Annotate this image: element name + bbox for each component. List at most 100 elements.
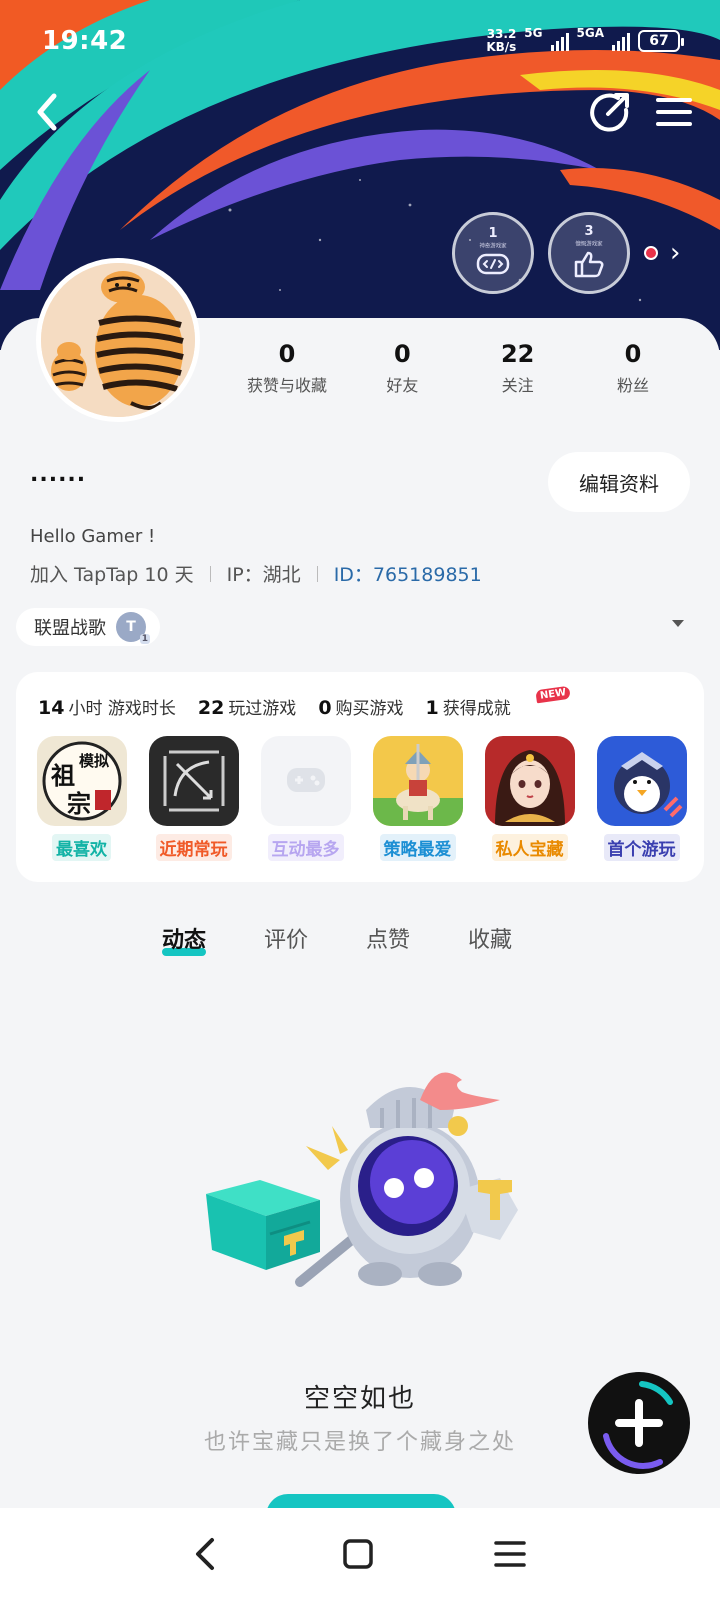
user-id[interactable]: ID：765189851 xyxy=(334,560,482,587)
game-first-played[interactable]: 首个游玩 xyxy=(596,736,687,861)
game-favorite[interactable]: 祖 模拟 宗 最喜欢 xyxy=(36,736,127,861)
gamepad-placeholder-icon xyxy=(260,736,351,826)
divider xyxy=(209,565,211,582)
badge-name: 神奇游戏家 xyxy=(479,243,507,250)
zuzong-moni-icon: 祖 模拟 宗 xyxy=(36,736,127,826)
stat-label: 获赞与收藏 xyxy=(246,376,327,395)
username: ...... xyxy=(30,462,87,487)
svg-text:宗: 宗 xyxy=(67,789,91,818)
share-button[interactable] xyxy=(588,90,632,134)
edit-profile-button[interactable]: 编辑资料 xyxy=(548,452,690,512)
avatar[interactable] xyxy=(36,258,200,422)
stat-value: 0 xyxy=(393,340,411,368)
guild-name: 联盟战歌 xyxy=(34,618,106,639)
tab-feed[interactable]: 动态 xyxy=(162,922,207,956)
new-badge: NEW xyxy=(535,685,571,704)
stat-label: 好友 xyxy=(386,376,419,395)
stat-value: 22 xyxy=(500,340,535,368)
menu-button[interactable] xyxy=(654,92,694,132)
badge-1[interactable]: 1 神奇游戏家 xyxy=(452,212,534,294)
create-post-button[interactable] xyxy=(588,1372,690,1474)
plus-icon xyxy=(603,1381,673,1469)
divider xyxy=(316,565,318,582)
system-back-button[interactable] xyxy=(184,1532,228,1576)
hamburger-menu-icon xyxy=(656,98,692,126)
stat-label: 关注 xyxy=(501,376,534,395)
share-icon xyxy=(590,93,629,132)
game-tag: 近期常玩 xyxy=(155,834,232,861)
stat-label: 粉丝 xyxy=(616,376,649,395)
game-stat-played: 22 玩过游戏 xyxy=(197,697,297,719)
game-recent[interactable]: 近期常玩 xyxy=(148,736,239,861)
expand-caret-icon[interactable] xyxy=(672,620,684,627)
status-time: 19:42 xyxy=(42,26,128,56)
stat-following[interactable]: 22 关注 xyxy=(463,340,573,396)
bow-arrow-icon xyxy=(148,736,239,826)
game-stat-playtime: 14 小时 游戏时长 xyxy=(38,697,176,719)
badge-level: 3 xyxy=(584,224,594,239)
recents-menu-icon xyxy=(494,1541,526,1567)
back-arrow-icon xyxy=(37,93,57,131)
badge-level: 1 xyxy=(488,226,498,241)
svg-text:祖: 祖 xyxy=(51,761,75,790)
empty-state-illustration xyxy=(200,1070,540,1314)
game-stat-purchased: 0 购买游戏 xyxy=(318,697,404,719)
game-interactive[interactable]: 互动最多 xyxy=(260,736,351,861)
guild-badge-level: 1 xyxy=(139,634,150,644)
signal-2-label: 5GA xyxy=(576,26,605,40)
featured-games: 祖 模拟 宗 最喜欢 近期常玩 互动最多 策略最爱 私人宝藏 首个游玩 xyxy=(36,736,687,861)
profile-meta: 加入 TapTap 10 天 IP：湖北 ID：765189851 xyxy=(30,560,482,587)
game-summary-card: 14 小时 游戏时长 22 玩过游戏 0 购买游戏 1 获得成就 NEW 祖 模拟 宗 … xyxy=(16,672,704,882)
tab-favorites[interactable]: 收藏 xyxy=(468,922,512,954)
notification-dot xyxy=(644,246,658,260)
signal-1-label: 5G xyxy=(524,26,543,40)
battery-level: 67 xyxy=(649,33,669,49)
badge-name: 慷慨游戏家 xyxy=(575,241,603,248)
stat-friends[interactable]: 0 好友 xyxy=(347,340,457,396)
status-icons: 33.2 KB/s 5G 5GA 67 xyxy=(486,26,684,54)
game-tag: 首个游玩 xyxy=(603,834,680,861)
achievement-badges[interactable]: 1 神奇游戏家 3 慷慨游戏家 › xyxy=(452,212,680,294)
game-strategy[interactable]: 策略最爱 xyxy=(372,736,463,861)
content-tabs: 动态 评价 点赞 收藏 xyxy=(162,922,512,956)
game-tag: 策略最爱 xyxy=(379,834,456,861)
status-bar: 19:42 33.2 KB/s 5G 5GA 67 xyxy=(0,0,720,80)
badge-2[interactable]: 3 慷慨游戏家 xyxy=(548,212,630,294)
svg-text:模拟: 模拟 xyxy=(79,752,109,770)
signal-1-icon xyxy=(550,31,569,51)
bio: Hello Gamer ! xyxy=(30,526,156,547)
guild-badge-icon: T 1 xyxy=(116,612,150,644)
chevron-right-icon[interactable]: › xyxy=(670,238,680,268)
game-treasure[interactable]: 私人宝藏 xyxy=(484,736,575,861)
thumbs-up-icon xyxy=(574,251,604,278)
ip-location: IP：湖北 xyxy=(226,564,301,586)
signal-2-icon xyxy=(612,31,630,51)
joined-days: 加入 TapTap 10 天 xyxy=(30,564,194,586)
back-button[interactable] xyxy=(30,90,70,134)
battery-icon: 67 xyxy=(638,30,684,52)
controller-icon xyxy=(476,253,510,275)
square-home-icon xyxy=(343,1539,373,1569)
game-stats-row[interactable]: 14 小时 游戏时长 22 玩过游戏 0 购买游戏 1 获得成就 xyxy=(38,694,511,719)
knight-horse-icon xyxy=(372,736,463,826)
tiger-avatar-icon xyxy=(41,263,195,417)
penguin-hero-icon xyxy=(596,736,687,826)
guild-badge-letter: T xyxy=(126,619,136,635)
system-recents-button[interactable] xyxy=(488,1532,532,1576)
knight-treasure-icon xyxy=(206,1072,518,1287)
tab-likes[interactable]: 点赞 xyxy=(366,922,410,954)
anime-girl-icon xyxy=(484,736,575,826)
tab-reviews[interactable]: 评价 xyxy=(264,922,308,954)
system-navigation-bar xyxy=(0,1508,720,1600)
game-tag: 互动最多 xyxy=(267,834,344,861)
game-tag: 最喜欢 xyxy=(52,834,111,861)
stat-value: 0 xyxy=(278,340,296,368)
chevron-left-icon xyxy=(196,1538,214,1570)
network-speed-unit: KB/s xyxy=(486,40,517,54)
guild-chip[interactable]: 联盟战歌 T 1 xyxy=(16,608,160,646)
game-stat-achievements: 1 获得成就 xyxy=(425,697,511,719)
stat-likes[interactable]: 0 获赞与收藏 xyxy=(232,340,342,396)
stat-followers[interactable]: 0 粉丝 xyxy=(578,340,688,396)
system-home-button[interactable] xyxy=(336,1532,380,1576)
stat-value: 0 xyxy=(624,340,642,368)
